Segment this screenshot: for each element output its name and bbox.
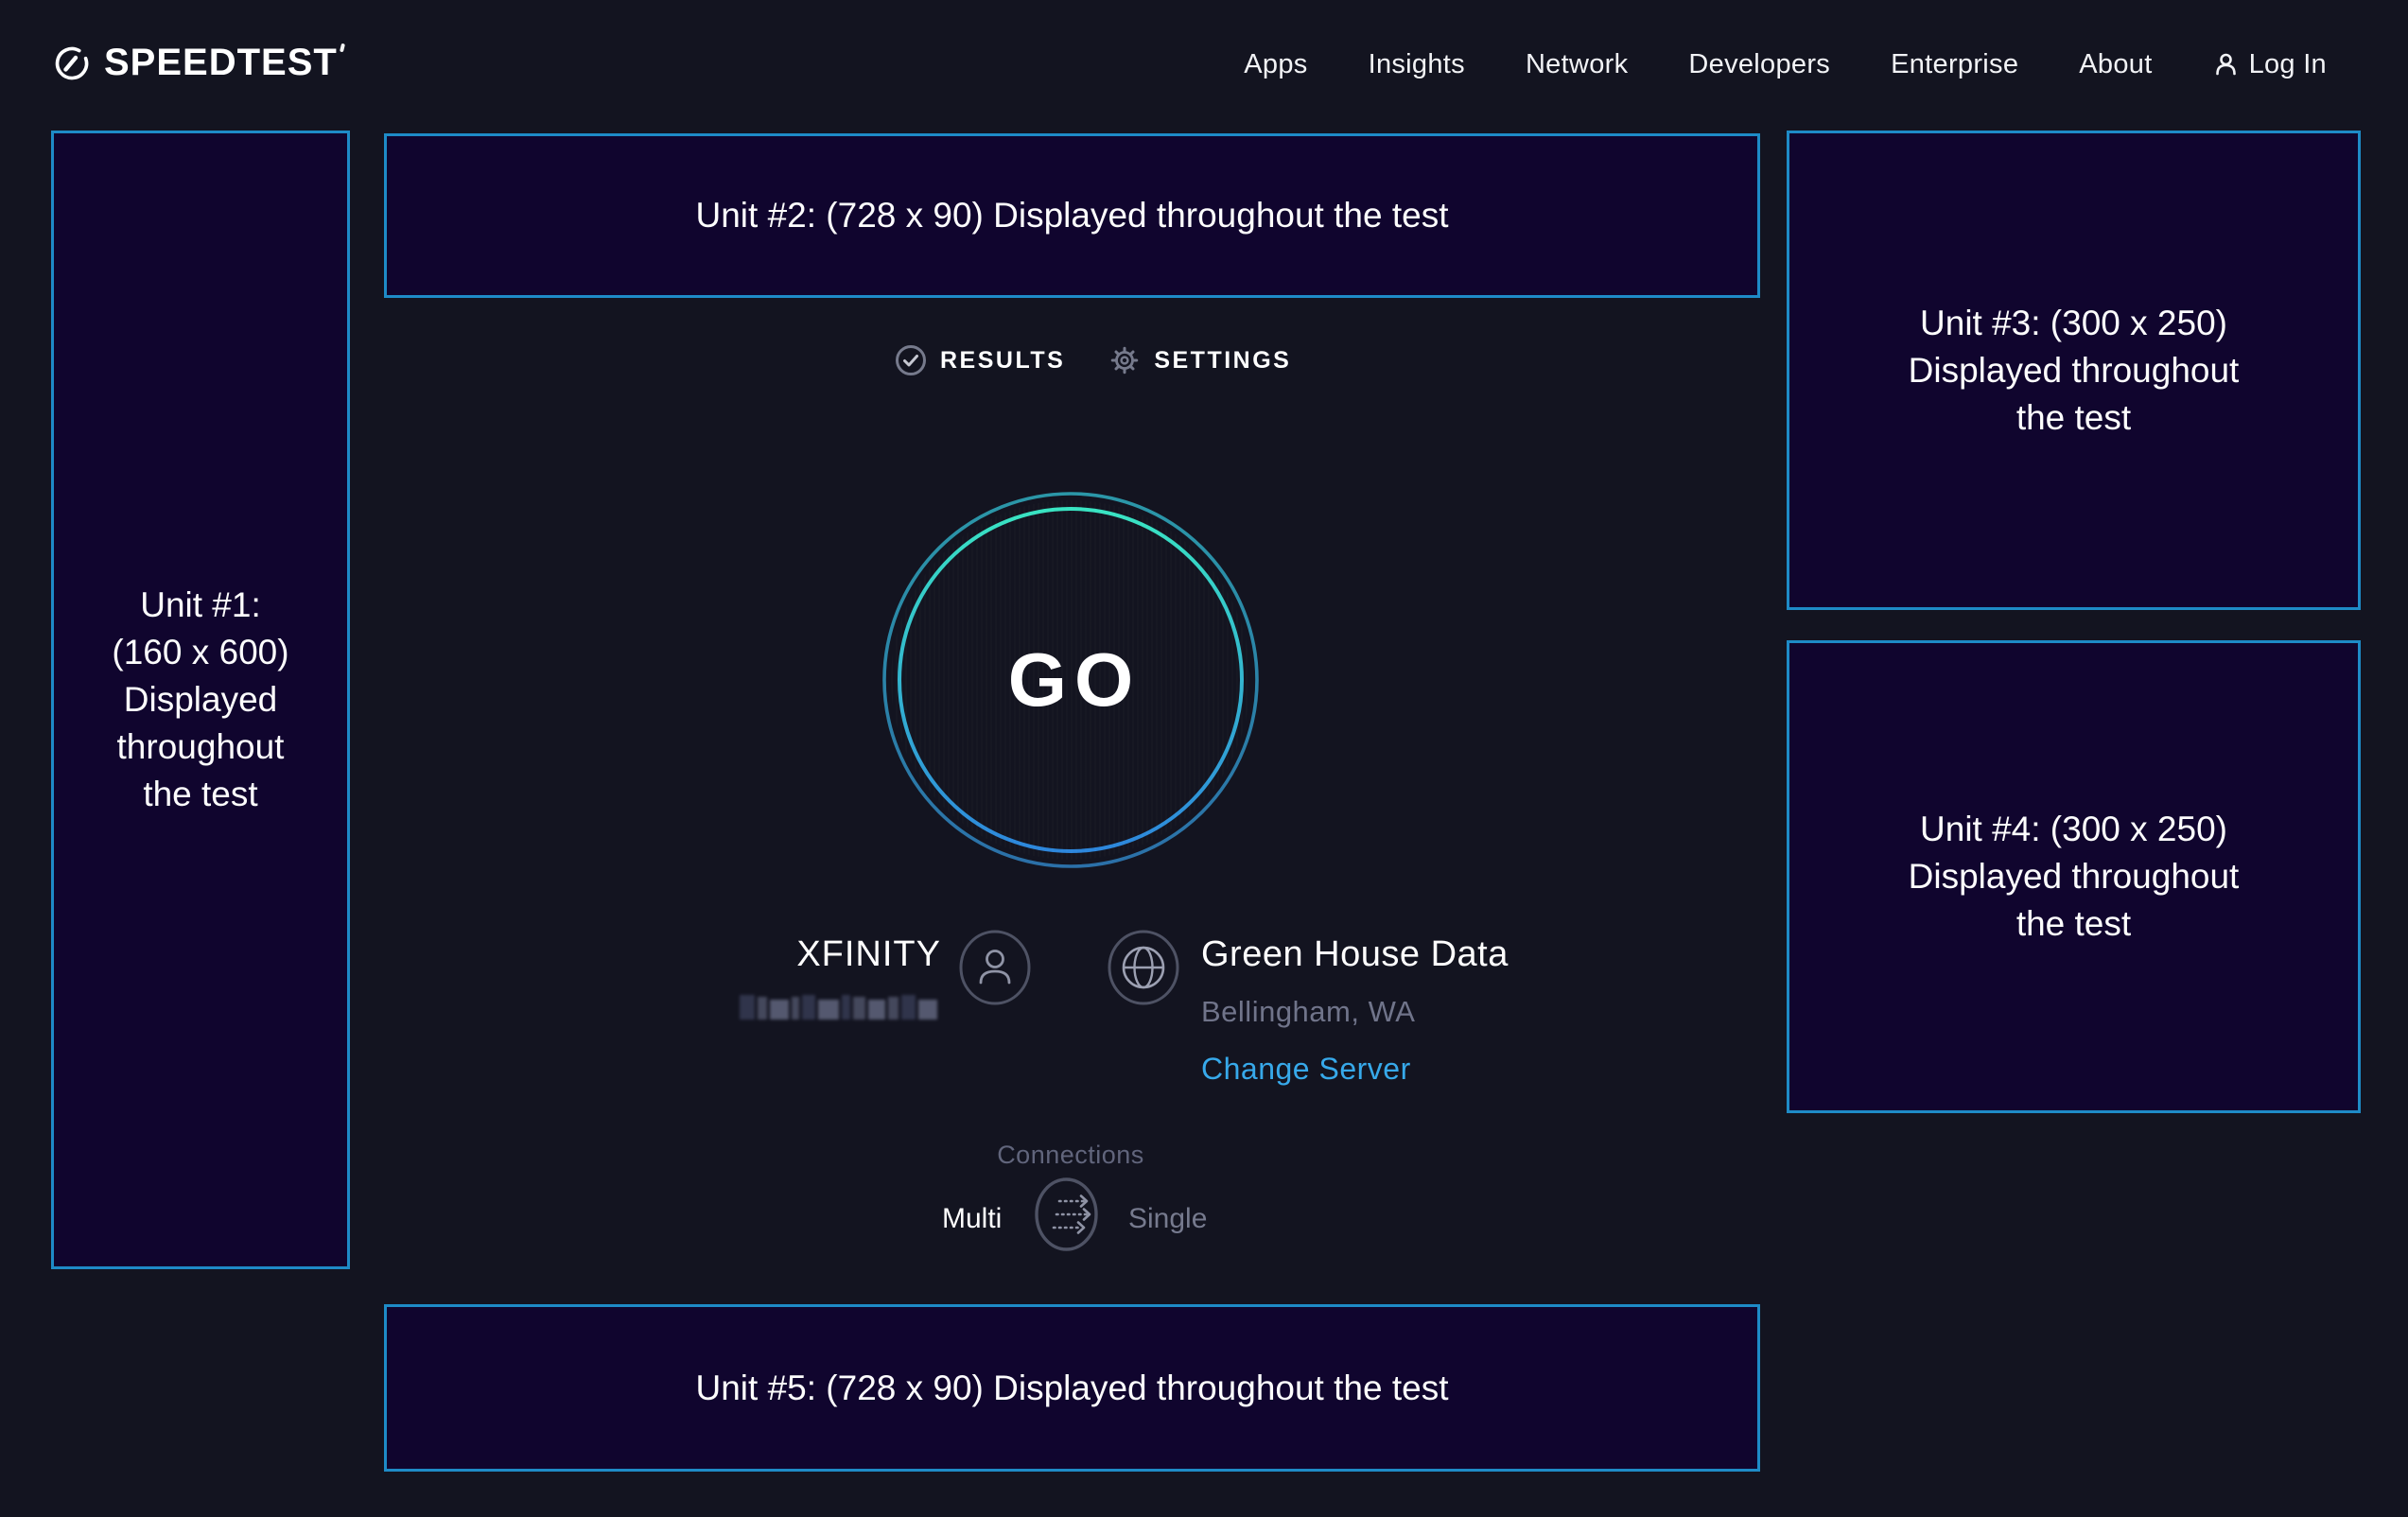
gear-icon — [1108, 344, 1141, 376]
server-name: Green House Data — [1201, 934, 1509, 975]
isp-user-icon — [959, 930, 1031, 1005]
server-info: Green House Data Bellingham, WA Change S… — [1201, 934, 1509, 1087]
ad-line: Unit #3: (300 x 250) — [1920, 300, 2227, 347]
tab-results-label: RESULTS — [940, 347, 1065, 375]
trademark-mark — [340, 44, 345, 53]
ad-line: (160 x 600) — [112, 629, 288, 676]
ad-unit-1: Unit #1: (160 x 600) Displayed throughou… — [51, 131, 350, 1269]
nav-insights[interactable]: Insights — [1369, 49, 1465, 80]
nav-apps[interactable]: Apps — [1244, 49, 1307, 80]
nav-enterprise[interactable]: Enterprise — [1891, 49, 2018, 80]
ad-line: throughout — [117, 724, 285, 771]
logo-text: SPEEDTEST — [104, 42, 344, 84]
connections-toggle-icon[interactable] — [1035, 1177, 1098, 1251]
change-server-link[interactable]: Change Server — [1201, 1052, 1411, 1087]
ad-unit-2: Unit #2: (728 x 90) Displayed throughout… — [384, 133, 1760, 298]
ad-line: Unit #4: (300 x 250) — [1920, 806, 2227, 853]
speedtest-page: SPEEDTEST Apps Insights Network Develope… — [0, 0, 2408, 1517]
server-globe-icon — [1108, 930, 1179, 1005]
speedtest-logo[interactable]: SPEEDTEST — [53, 42, 344, 84]
go-label: GO — [872, 481, 1269, 879]
user-icon — [2213, 51, 2239, 78]
check-circle-icon — [895, 344, 927, 376]
nav-developers[interactable]: Developers — [1688, 49, 1830, 80]
ad-unit-4: Unit #4: (300 x 250) Displayed throughou… — [1787, 640, 2361, 1113]
ad-line: Displayed throughout — [1909, 853, 2240, 900]
tab-settings[interactable]: SETTINGS — [1108, 344, 1291, 376]
nav-about[interactable]: About — [2079, 49, 2152, 80]
ad-line: the test — [2016, 394, 2131, 442]
connections-label: Connections — [929, 1141, 1213, 1170]
server-location: Bellingham, WA — [1201, 995, 1509, 1029]
tab-settings-label: SETTINGS — [1154, 347, 1291, 375]
connections-multi-option[interactable]: Multi — [942, 1203, 1002, 1235]
ad-line: Unit #2: (728 x 90) Displayed throughout… — [696, 192, 1449, 239]
main-nav: Apps Insights Network Developers Enterpr… — [1244, 0, 2327, 129]
isp-name: XFINITY — [796, 934, 941, 975]
speedometer-icon — [53, 44, 91, 82]
ad-line: Unit #1: — [140, 582, 261, 629]
isp-masked-detail — [740, 995, 944, 1020]
ad-unit-5: Unit #5: (728 x 90) Displayed throughout… — [384, 1304, 1760, 1472]
connections-single-option[interactable]: Single — [1128, 1203, 1207, 1235]
nav-network[interactable]: Network — [1526, 49, 1628, 80]
ad-line: the test — [143, 771, 257, 818]
ad-line: Unit #5: (728 x 90) Displayed throughout… — [696, 1365, 1449, 1412]
login-label: Log In — [2249, 49, 2327, 80]
results-settings-tabs: RESULTS — [895, 344, 1291, 376]
ad-line: the test — [2016, 900, 2131, 948]
login-button[interactable]: Log In — [2213, 49, 2327, 80]
ad-line: Displayed — [124, 676, 277, 724]
ad-line: Displayed throughout — [1909, 347, 2240, 394]
ad-unit-3: Unit #3: (300 x 250) Displayed throughou… — [1787, 131, 2361, 610]
go-button[interactable]: GO — [872, 481, 1269, 879]
tab-results[interactable]: RESULTS — [895, 344, 1065, 376]
